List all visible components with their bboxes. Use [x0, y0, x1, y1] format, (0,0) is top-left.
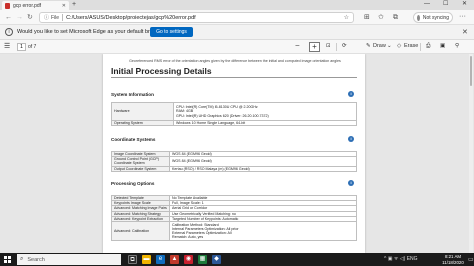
- row-value: Windows 10 Home Single Language, 64-bit: [173, 119, 357, 127]
- table-of-contents-icon[interactable]: ☰: [4, 42, 10, 50]
- draw-icon[interactable]: ✎: [366, 43, 371, 49]
- row-value: Kertau (RSO) / RSO Malaya (m) (EGM96 Geo…: [169, 165, 357, 172]
- page-description: Georeferenced RMS error of the orientati…: [129, 59, 341, 63]
- print-icon[interactable]: ⎙: [426, 43, 430, 50]
- file-label: File: [51, 14, 60, 21]
- search-placeholder: Search: [27, 256, 45, 263]
- new-tab-button[interactable]: +: [72, 1, 76, 9]
- row-key: Operating System: [111, 119, 174, 127]
- draw-button[interactable]: Draw: [373, 43, 386, 49]
- more-menu-icon[interactable]: ···: [459, 13, 466, 20]
- info-icon: i: [5, 28, 13, 36]
- url-text[interactable]: C:/Users/ASUS/Desktop/proiectejas/gcp%20…: [66, 15, 344, 21]
- pin-toolbar-icon[interactable]: ⚲: [455, 43, 459, 49]
- minimize-button[interactable]: —: [424, 0, 430, 9]
- row-value: WGS 84 (EGM96 Geoid): [169, 156, 357, 167]
- taskbar-search-box[interactable]: ⌕ Search: [17, 254, 121, 265]
- help-icon[interactable]: i: [348, 91, 354, 97]
- row-value: Calibration Method: Standard Internal Pa…: [169, 221, 357, 242]
- favorite-star-icon[interactable]: ☆: [344, 14, 349, 21]
- pdf-page: Georeferenced RMS error of the orientati…: [103, 54, 365, 253]
- tab-title: gcp error.pdf: [13, 2, 42, 9]
- pdf-toolbar: ☰ 1 of 7 − + ⊡ ⟳ ✎ Draw ⌄ ◇ Erase ⎙ ▣ ⚲: [0, 40, 474, 54]
- zoom-in-button[interactable]: +: [309, 42, 320, 52]
- task-view-icon[interactable]: ⧉: [128, 255, 137, 264]
- divider: [420, 43, 421, 51]
- eraser-icon[interactable]: ◇: [397, 43, 401, 49]
- fit-page-icon[interactable]: ⊡: [326, 43, 331, 49]
- system-info-table: Hardware CPU: Intel(R) Core(TM) i5-8130U…: [111, 102, 357, 127]
- collections-panel-icon[interactable]: ⧉: [393, 13, 398, 22]
- help-icon[interactable]: i: [348, 180, 354, 186]
- chevron-down-icon[interactable]: ⌄: [387, 43, 392, 49]
- table-row: Hardware CPU: Intel(R) Core(TM) i5-8130U…: [111, 102, 357, 121]
- app-icon[interactable]: ◉: [184, 255, 193, 264]
- pdf-viewer[interactable]: Georeferenced RMS error of the orientati…: [0, 54, 474, 253]
- close-tab-icon[interactable]: ✕: [62, 3, 66, 9]
- row-key: Output Coordinate System: [111, 165, 170, 172]
- processing-options-table: Detected Template No Template Available …: [111, 194, 357, 242]
- erase-button[interactable]: Erase: [404, 43, 418, 49]
- maximize-button[interactable]: ☐: [443, 0, 448, 9]
- row-value: CPU: Intel(R) Core(TM) i5-8130U CPU @ 2.…: [173, 102, 357, 121]
- tab-gcp-error[interactable]: gcp error.pdf ✕: [2, 1, 69, 10]
- forward-icon[interactable]: →: [16, 13, 23, 22]
- infobar-message: Would you like to set Microsoft Edge as …: [17, 29, 168, 35]
- row-key: Ground Control Point (GCP) Coordinate Sy…: [111, 156, 170, 167]
- go-to-settings-button[interactable]: Go to settings: [150, 27, 193, 37]
- row-key: Advanced: Keypoint Extraction: [111, 215, 170, 223]
- divider: [62, 14, 64, 21]
- collections-icon[interactable]: ⊞: [364, 13, 370, 22]
- windows-start-icon[interactable]: [4, 256, 11, 263]
- tab-strip: gcp error.pdf ✕ + — ☐ ✕: [0, 0, 474, 10]
- refresh-icon[interactable]: ↻: [27, 13, 33, 22]
- table-row: Advanced: Calibration Calibration Method…: [111, 221, 357, 242]
- row-key: Advanced: Calibration: [111, 221, 170, 242]
- favorites-icon[interactable]: ✩: [378, 13, 384, 22]
- section-title-coordinate: Coordinate Systems: [111, 137, 156, 142]
- close-infobar-icon[interactable]: ✕: [462, 28, 468, 36]
- system-tray[interactable]: ^ ▣ ᯤ ◁) ENG: [384, 256, 418, 262]
- pdf-app-icon[interactable]: ▲: [170, 255, 179, 264]
- profile-status: Not syncing: [422, 14, 449, 21]
- page-title: Initial Processing Details: [111, 66, 212, 76]
- row-key: Advanced: Matching Image Pairs: [111, 205, 170, 212]
- save-icon[interactable]: ▣: [440, 43, 445, 49]
- address-field[interactable]: ⓘ File C:/Users/ASUS/Desktop/proiectejas…: [39, 12, 354, 23]
- app-icon[interactable]: ◆: [212, 255, 221, 264]
- table-row: Ground Control Point (GCP) Coordinate Sy…: [111, 156, 357, 167]
- avatar: [417, 14, 420, 21]
- rotate-icon[interactable]: ⟳: [342, 43, 347, 49]
- row-key: Advanced: Matching Strategy: [111, 210, 170, 217]
- notification-icon[interactable]: ▭: [468, 256, 474, 263]
- spreadsheet-app-icon[interactable]: ▦: [198, 255, 207, 264]
- default-browser-infobar: i Would you like to set Microsoft Edge a…: [0, 25, 474, 40]
- clock-date: 11/18/2020: [442, 259, 464, 265]
- section-title-processing: Processing Options: [111, 181, 155, 186]
- page-number-input[interactable]: 1: [17, 43, 26, 51]
- help-icon[interactable]: i: [348, 136, 354, 142]
- close-window-button[interactable]: ✕: [462, 0, 467, 9]
- section-title-system: System Information: [111, 92, 154, 97]
- search-icon: ⌕: [20, 256, 24, 262]
- file-explorer-icon[interactable]: ▬: [142, 255, 151, 264]
- table-row: Output Coordinate System Kertau (RSO) / …: [111, 165, 357, 172]
- pdf-icon: [5, 2, 10, 9]
- title-rule: [111, 77, 357, 78]
- zoom-out-button[interactable]: −: [295, 41, 300, 50]
- table-row: Operating System Windows 10 Home Single …: [111, 119, 357, 127]
- page-total: of 7: [28, 44, 37, 50]
- taskbar: ⌕ Search ⧉ ▬ e ▲ ◉ ▦ ◆ ^ ▣ ᯤ ◁) ENG 8:21…: [0, 253, 474, 266]
- divider: [336, 43, 337, 51]
- coordinate-systems-table: Image Coordinate System WGS 84 (EGM96 Ge…: [111, 150, 357, 172]
- back-icon[interactable]: ←: [5, 13, 12, 22]
- clock[interactable]: 8:21 AM 11/18/2020: [440, 254, 466, 265]
- file-icon: ⓘ: [44, 15, 50, 21]
- profile-button[interactable]: Not syncing: [413, 12, 453, 23]
- row-key: Hardware: [111, 102, 174, 121]
- scrollbar-thumb[interactable]: [470, 56, 472, 86]
- edge-icon[interactable]: e: [156, 255, 165, 264]
- address-bar-row: ← → ↻ ⓘ File C:/Users/ASUS/Desktop/proie…: [0, 10, 474, 25]
- vertical-scrollbar[interactable]: [469, 54, 473, 253]
